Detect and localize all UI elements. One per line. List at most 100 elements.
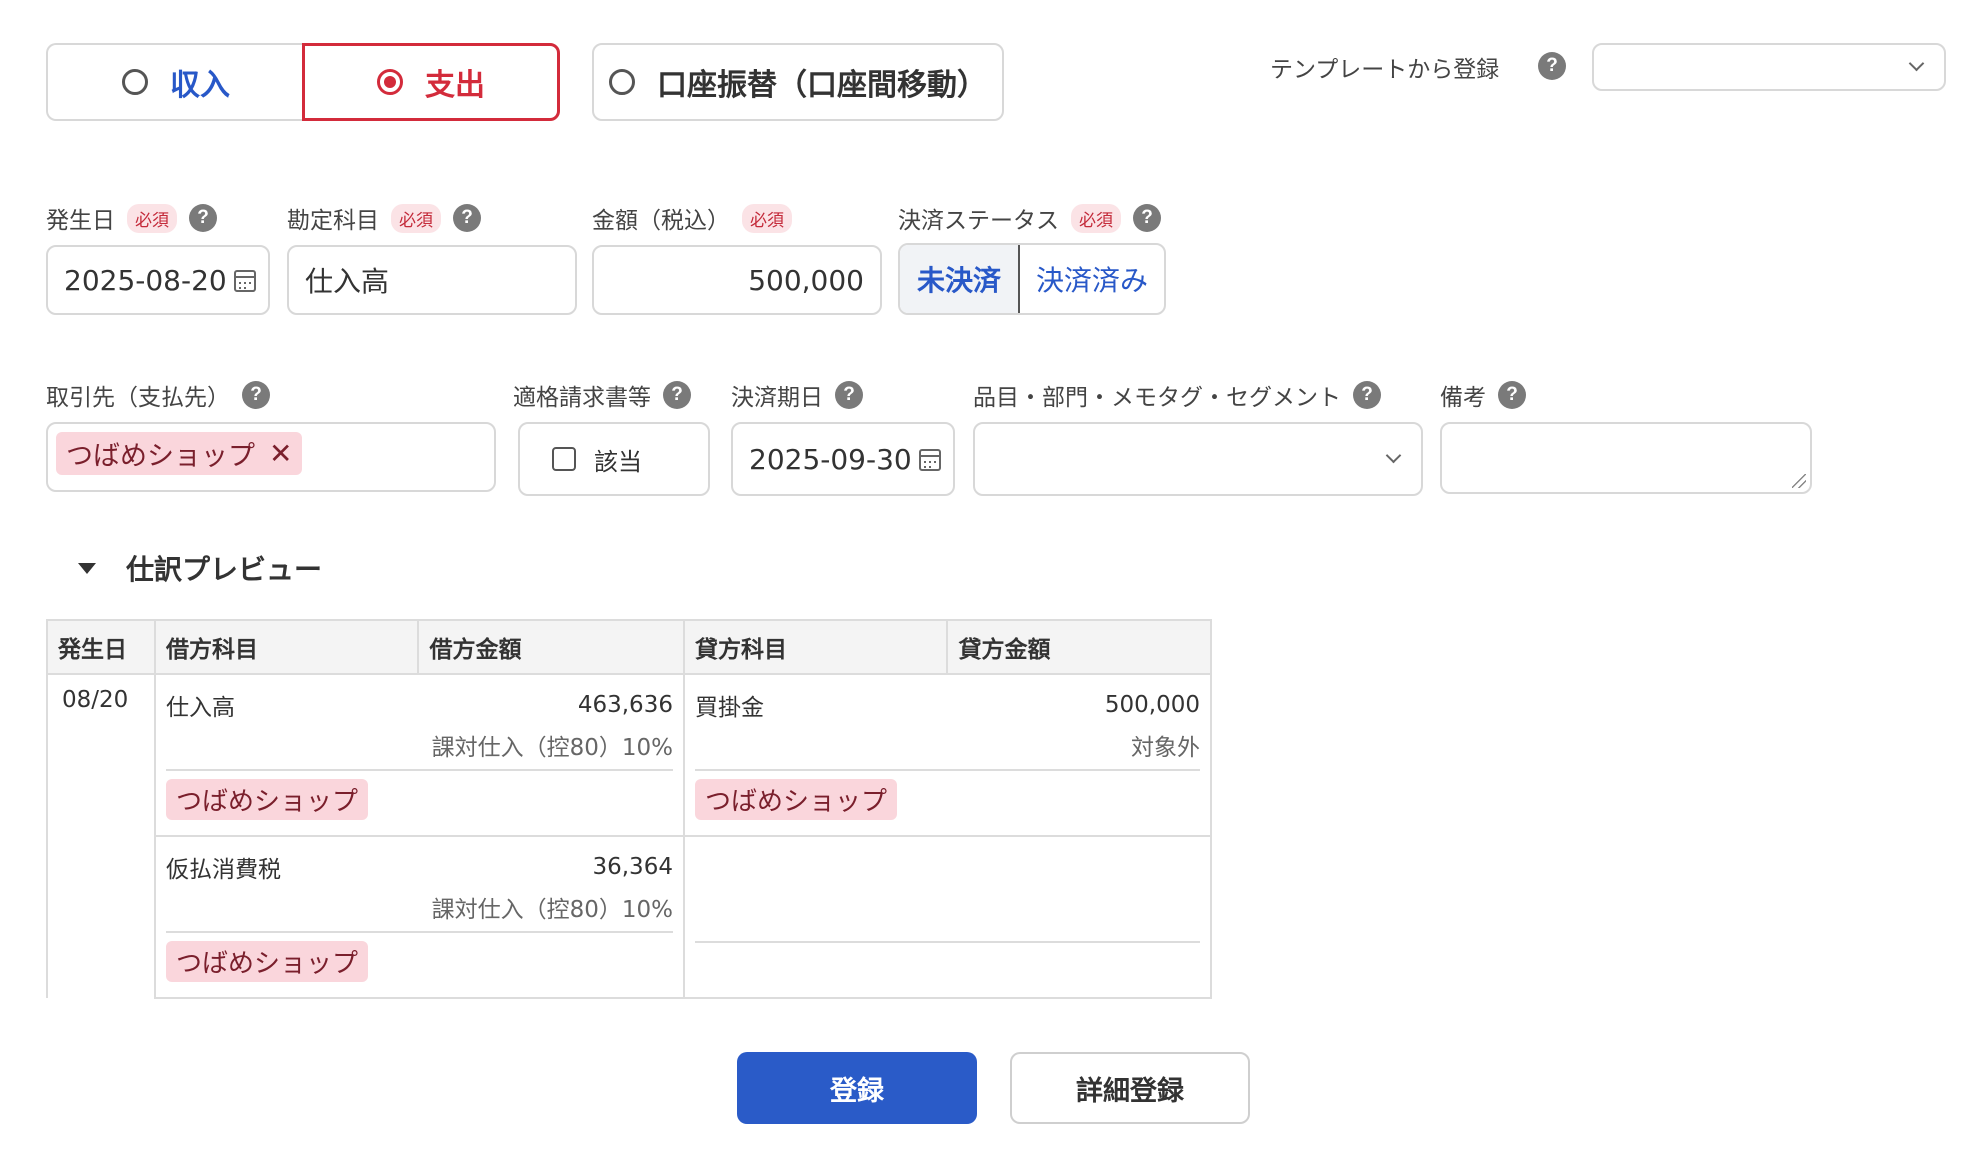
template-label: テンプレートから登録 (1270, 57, 1500, 83)
column-header: 貸方金額 (946, 619, 1212, 675)
due-date-label-group: 決済期日 ? (731, 378, 863, 412)
due-date-input[interactable]: 2025-09-30 (731, 422, 955, 496)
invoice-checkbox[interactable] (552, 447, 576, 471)
resize-handle-icon[interactable] (1792, 474, 1806, 488)
required-badge: 必須 (742, 203, 792, 233)
help-icon[interactable]: ? (1538, 52, 1566, 80)
account-input[interactable]: 仕入高 (287, 245, 577, 315)
help-icon[interactable]: ? (453, 204, 481, 232)
date-label: 発生日 (46, 208, 115, 234)
partner-input[interactable]: つばめショップ ✕ (46, 422, 496, 492)
help-icon[interactable]: ? (835, 381, 863, 409)
date-label-group: 発生日 必須 ? (46, 201, 217, 235)
detail-register-button[interactable]: 詳細登録 (1010, 1052, 1250, 1124)
segments-label-group: 品目・部門・メモタグ・セグメント ? (973, 378, 1381, 412)
required-badge: 必須 (127, 203, 177, 233)
status-toggle: 未決済 決済済み (898, 243, 1166, 315)
status-unpaid-option[interactable]: 未決済 (900, 245, 1020, 313)
credit-amount: 500,000 (1104, 692, 1200, 718)
submit-button[interactable]: 登録 (737, 1052, 977, 1124)
debit-amount: 463,636 (577, 692, 673, 718)
invoice-label-group: 適格請求書等 ? (513, 378, 691, 412)
debit-tax: 課対仕入（控80）10% (165, 887, 673, 933)
date-input[interactable]: 2025-08-20 (46, 245, 270, 315)
help-icon[interactable]: ? (663, 381, 691, 409)
amount-label-group: 金額（税込） 必須 (592, 201, 792, 235)
invoice-checkbox-field[interactable]: 該当 (518, 422, 710, 496)
required-badge: 必須 (1071, 203, 1121, 233)
help-icon[interactable]: ? (1353, 381, 1381, 409)
amount-label: 金額（税込） (592, 208, 730, 234)
chevron-down-icon (1385, 447, 1402, 464)
help-icon[interactable]: ? (189, 204, 217, 232)
credit-cell-empty (682, 835, 1213, 999)
credit-partner-tag: つばめショップ (694, 778, 897, 820)
help-icon[interactable]: ? (1133, 204, 1161, 232)
template-select[interactable] (1592, 43, 1946, 91)
column-header: 借方科目 (153, 619, 420, 675)
invoice-checkbox-label: 該当 (594, 447, 642, 476)
debit-partner-tag: つばめショップ (165, 940, 368, 982)
column-header: 借方金額 (417, 619, 685, 675)
help-icon[interactable]: ? (242, 381, 270, 409)
radio-checked-icon (377, 69, 403, 95)
table-header-row: 発生日 借方科目 借方金額 貸方科目 貸方金額 (46, 619, 1212, 675)
partner-tag-label: つばめショップ (66, 441, 255, 472)
status-label: 決済ステータス (898, 208, 1059, 234)
journal-preview-table: 発生日 借方科目 借方金額 貸方科目 貸方金額 08/20 仕入高 463,63… (46, 619, 1213, 999)
type-expense-label: 支出 (425, 68, 485, 103)
debit-partner-tag: つばめショップ (165, 778, 368, 820)
radio-unchecked-icon (122, 69, 148, 95)
partner-tag: つばめショップ ✕ (56, 432, 303, 475)
memo-label-group: 備考 ? (1440, 378, 1526, 412)
memo-label: 備考 (1440, 385, 1486, 411)
debit-cell: 仕入高 463,636 課対仕入（控80）10% つばめショップ (153, 674, 685, 836)
debit-entry: 仕入高 463,636 課対仕入（控80）10% つばめショップ (156, 675, 683, 835)
preview-title: 仕訳プレビュー (126, 553, 323, 586)
type-income-label: 収入 (170, 68, 230, 103)
calendar-icon[interactable] (234, 270, 256, 292)
partner-label-group: 取引先（支払先） ? (46, 378, 270, 412)
preview-toggle[interactable]: 仕訳プレビュー (78, 548, 322, 588)
credit-account: 買掛金 (694, 695, 764, 721)
column-header: 貸方科目 (682, 619, 949, 675)
amount-input[interactable]: 500,000 (592, 245, 882, 315)
column-header: 発生日 (46, 619, 156, 675)
type-transfer-radio[interactable]: 口座振替（口座間移動） (592, 43, 1004, 121)
divider (694, 847, 1200, 943)
required-badge: 必須 (391, 203, 441, 233)
type-transfer-label: 口座振替（口座間移動） (657, 68, 987, 103)
segments-select[interactable] (973, 422, 1423, 496)
status-label-group: 決済ステータス 必須 ? (898, 201, 1161, 235)
debit-account: 仕入高 (165, 695, 235, 721)
invoice-label: 適格請求書等 (513, 385, 651, 411)
due-date-label: 決済期日 (731, 385, 823, 411)
credit-tax: 対象外 (694, 725, 1200, 771)
segments-label: 品目・部門・メモタグ・セグメント (973, 385, 1341, 411)
debit-amount: 36,364 (592, 854, 673, 880)
account-label: 勘定科目 (287, 208, 379, 234)
account-value: 仕入高 (305, 265, 390, 298)
table-row: 仮払消費税 36,364 課対仕入（控80）10% つばめショップ (47, 835, 1213, 999)
close-icon[interactable]: ✕ (269, 437, 292, 470)
calendar-icon[interactable] (919, 449, 941, 471)
debit-cell: 仮払消費税 36,364 課対仕入（控80）10% つばめショップ (153, 835, 685, 999)
due-date-value: 2025-09-30 (749, 442, 912, 476)
credit-cell: 買掛金 500,000 対象外 つばめショップ (682, 674, 1213, 836)
debit-entry: 仮払消費税 36,364 課対仕入（控80）10% つばめショップ (156, 837, 683, 997)
status-paid-option[interactable]: 決済済み (1020, 245, 1164, 313)
table-row: 08/20 仕入高 463,636 課対仕入（控80）10% つばめショップ 買… (46, 674, 1213, 998)
memo-textarea[interactable] (1440, 422, 1812, 494)
entry-date: 08/20 (46, 674, 156, 998)
radio-unchecked-icon (609, 69, 635, 95)
debit-tax: 課対仕入（控80）10% (165, 725, 673, 771)
chevron-down-icon (1908, 55, 1925, 72)
help-icon[interactable]: ? (1498, 381, 1526, 409)
caret-down-icon (78, 562, 96, 574)
type-expense-radio[interactable]: 支出 (302, 43, 560, 121)
date-value: 2025-08-20 (64, 263, 227, 297)
amount-value: 500,000 (748, 263, 864, 297)
type-income-radio[interactable]: 収入 (46, 43, 304, 121)
credit-entry: 買掛金 500,000 対象外 つばめショップ (685, 675, 1210, 835)
account-label-group: 勘定科目 必須 ? (287, 201, 481, 235)
